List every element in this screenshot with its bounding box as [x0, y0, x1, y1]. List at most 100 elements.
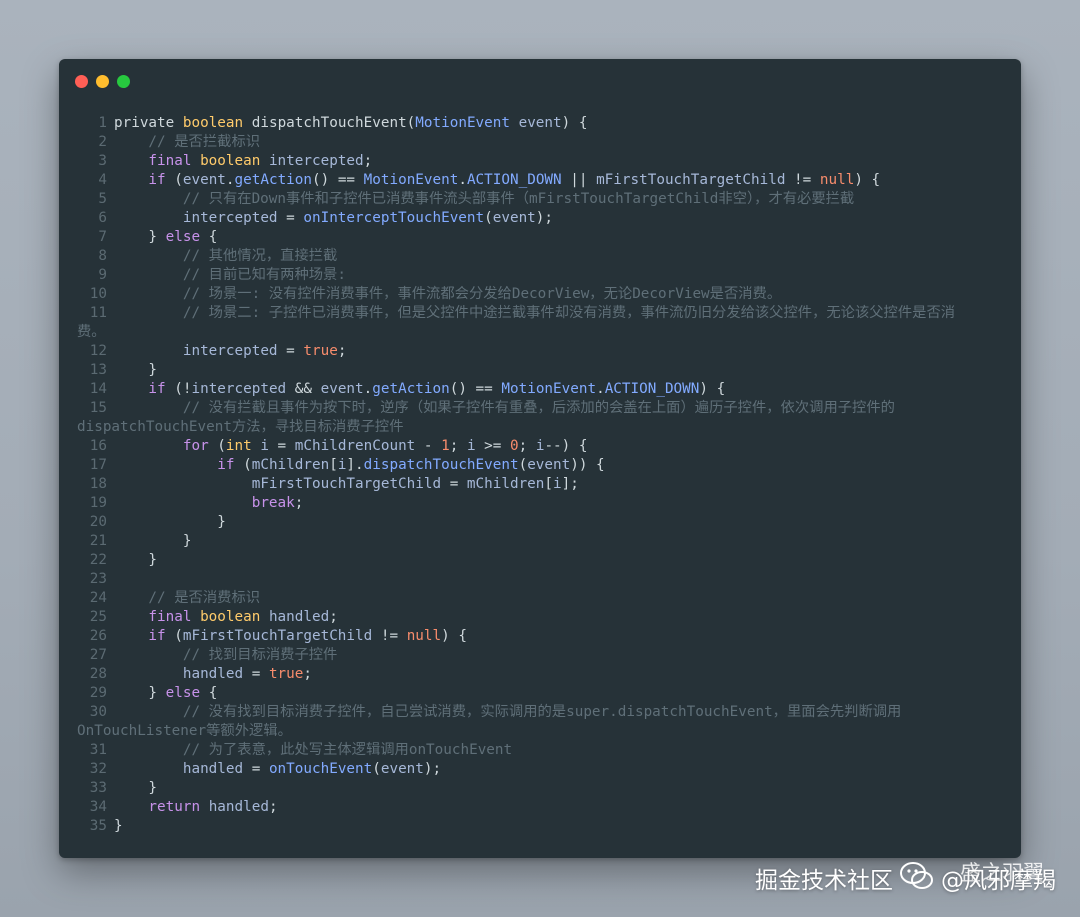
line-text: intercepted = onInterceptTouchEvent(even… [107, 209, 553, 228]
code-token: // 只有在Down事件和子控件已消费事件流头部事件（mFirstTouchTa… [114, 191, 855, 207]
code-token: handled [268, 609, 330, 625]
code-token: break [114, 495, 295, 511]
code-line: 27 // 找到目标消费子控件 [77, 646, 1007, 665]
line-continuation: OnTouchListener等额外逻辑。 [77, 723, 292, 739]
minimize-dot[interactable] [96, 75, 109, 88]
code-token: } [114, 552, 158, 568]
code-token: ]. [346, 457, 364, 473]
line-text: // 是否消费标识 [107, 589, 260, 608]
line-number: 1 [98, 115, 107, 131]
code-token: ; [303, 666, 312, 682]
line-number: 19 [89, 495, 107, 511]
code-token: } [114, 514, 226, 530]
line-text: // 没有找到目标消费子控件，自己尝试消费，实际调用的是super.dispat… [107, 703, 902, 722]
code-line: 1 private boolean dispatchTouchEvent(Moti… [77, 114, 1007, 133]
code-token: // 是否拦截标识 [114, 134, 261, 150]
code-line: 4 if (event.getAction() == MotionEvent.A… [77, 171, 1007, 190]
line-number: 22 [89, 552, 107, 568]
code-token: . [225, 172, 235, 188]
code-token: final [114, 609, 201, 625]
line-number: 15 [89, 400, 107, 416]
code-line: 19 break; [77, 494, 1007, 513]
line-number: 2 [98, 134, 107, 150]
line-number: 31 [89, 742, 107, 758]
code-line: 12 intercepted = true; [77, 342, 1007, 361]
code-line: 23 [77, 570, 1007, 589]
code-token: if [114, 628, 175, 644]
code-line: 16 for (int i = mChildrenCount - 1; i >=… [77, 437, 1007, 456]
code-token: } [114, 818, 123, 834]
code-token: // 是否消费标识 [114, 590, 261, 606]
line-text: for (int i = mChildrenCount - 1; i >= 0;… [107, 437, 588, 456]
code-token: event [182, 172, 226, 188]
line-text: // 为了表意，此处写主体逻辑调用onTouchEvent [107, 741, 512, 760]
code-line: 29 } else { [77, 684, 1007, 703]
code-token: mChildren [251, 457, 330, 473]
line-text: } else { [107, 228, 217, 247]
line-number: 21 [89, 533, 107, 549]
code-token: ); [535, 210, 554, 226]
line-text: } else { [107, 684, 217, 703]
code-token: ( [372, 761, 381, 777]
line-text: break; [107, 494, 304, 513]
code-token: event [320, 381, 364, 397]
line-text: // 只有在Down事件和子控件已消费事件流头部事件（mFirstTouchTa… [107, 190, 854, 209]
code-token: boolean [182, 115, 252, 131]
code-line: 6 intercepted = onInterceptTouchEvent(ev… [77, 209, 1007, 228]
code-line: 22 } [77, 551, 1007, 570]
code-token: intercepted [114, 210, 278, 226]
code-token: ) { [441, 628, 467, 644]
line-text: // 找到目标消费子控件 [107, 646, 338, 665]
line-text: intercepted = true; [107, 342, 347, 361]
code-token: ( [174, 172, 183, 188]
code-token: ; [294, 495, 304, 511]
code-token: ]; [561, 476, 579, 492]
code-token: . [458, 172, 467, 188]
line-number: 4 [98, 172, 107, 188]
code-line: 7 } else { [77, 228, 1007, 247]
code-token: ( [217, 438, 226, 454]
line-text: if (!intercepted && event.getAction() ==… [107, 380, 725, 399]
line-text: } [107, 779, 157, 798]
line-number: 11 [89, 305, 107, 321]
line-text [107, 570, 114, 589]
code-line: 15 // 没有拦截且事件为按下时，逆序（如果子控件有重叠，后添加的会盖在上面）… [77, 399, 1007, 437]
code-line: 31 // 为了表意，此处写主体逻辑调用onTouchEvent [77, 741, 1007, 760]
line-text: final boolean intercepted; [107, 152, 372, 171]
code-token: // 没有找到目标消费子控件，自己尝试消费，实际调用的是super.dispat… [114, 704, 902, 720]
code-token: event [380, 761, 424, 777]
code-block: 1 private boolean dispatchTouchEvent(Moti… [77, 114, 1007, 836]
code-token: dispatchTouchEvent( [251, 115, 416, 131]
maximize-dot[interactable] [117, 75, 130, 88]
code-token: intercepted [268, 153, 364, 169]
code-token: onTouchEvent [268, 761, 373, 777]
code-token: . [363, 381, 373, 397]
code-token: // 场景一: 没有控件消费事件，事件流都会分发给DecorView，无论Dec… [114, 286, 782, 302]
code-token: getAction [234, 172, 312, 188]
close-dot[interactable] [75, 75, 88, 88]
line-text: } [107, 532, 192, 551]
code-token: ; [363, 153, 373, 169]
line-number: 20 [89, 514, 107, 530]
line-text: handled = true; [107, 665, 312, 684]
code-token: ; [449, 438, 467, 454]
code-line: 35} [77, 817, 1007, 836]
code-token: true [268, 666, 304, 682]
line-number: 5 [98, 191, 107, 207]
code-token: mFirstTouchTargetChild [114, 476, 442, 492]
line-text: } [107, 817, 123, 836]
line-text: return handled; [107, 798, 277, 817]
code-token: ; [518, 438, 536, 454]
code-token: mChildren [466, 476, 545, 492]
code-token: ACTION_DOWN [604, 381, 700, 397]
code-line: 18 mFirstTouchTargetChild = mChildren[i]… [77, 475, 1007, 494]
line-number: 30 [89, 704, 107, 720]
code-token: intercepted [191, 381, 287, 397]
code-token: for [114, 438, 218, 454]
code-token: = [268, 438, 295, 454]
code-token: MotionEvent [415, 115, 510, 131]
line-number: 33 [89, 780, 107, 796]
code-token: { [200, 685, 218, 701]
code-token: [ [329, 457, 338, 473]
code-line: 26 if (mFirstTouchTargetChild != null) { [77, 627, 1007, 646]
